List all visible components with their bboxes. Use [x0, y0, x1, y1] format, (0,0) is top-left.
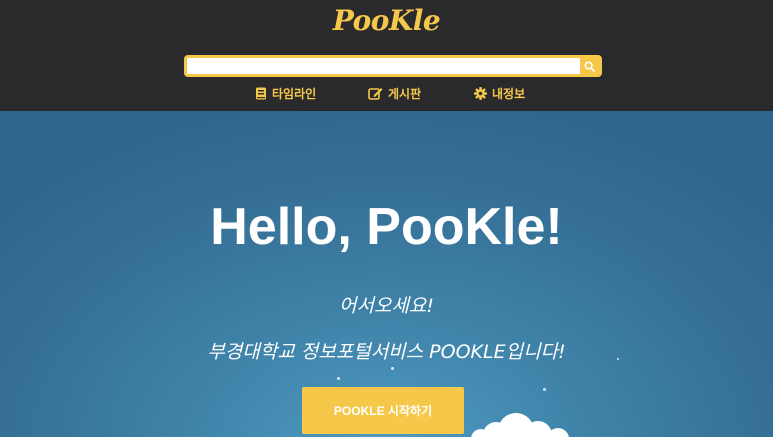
- star-decoration: [337, 377, 340, 380]
- edit-icon: [368, 87, 383, 100]
- hero-section: Hello, PooKle! 어서오세요! 부경대학교 정보포털서비스 POOK…: [0, 111, 773, 437]
- nav-item-myinfo[interactable]: 내정보: [474, 83, 525, 103]
- search-icon: [584, 60, 595, 72]
- nav-item-timeline[interactable]: 타임라인: [255, 83, 316, 103]
- welcome-text: 어서오세요!: [338, 295, 435, 317]
- hero-title: Hello, PooKle!: [210, 198, 563, 256]
- header-bar: PooKle 타임라인 게시판 내정보: [0, 0, 773, 111]
- search-input[interactable]: [187, 58, 580, 74]
- intro-text: 부경대학교 정보포털서비스 POOKLE입니다!: [207, 341, 566, 363]
- nav-label-myinfo: 내정보: [492, 86, 526, 101]
- search-button[interactable]: [580, 58, 599, 74]
- cloud-illustration: [471, 413, 569, 437]
- gear-icon: [474, 86, 487, 100]
- start-button[interactable]: POOKLE 시작하기: [302, 387, 464, 434]
- star-decoration: [391, 367, 394, 370]
- nav-label-timeline: 타임라인: [272, 86, 317, 101]
- book-icon: [256, 87, 266, 99]
- search-bar: [184, 55, 602, 77]
- pookle-logo[interactable]: PooKle: [0, 4, 773, 37]
- star-decoration: [543, 388, 546, 391]
- nav-item-board[interactable]: 게시판: [368, 83, 421, 103]
- nav-label-board: 게시판: [388, 86, 422, 101]
